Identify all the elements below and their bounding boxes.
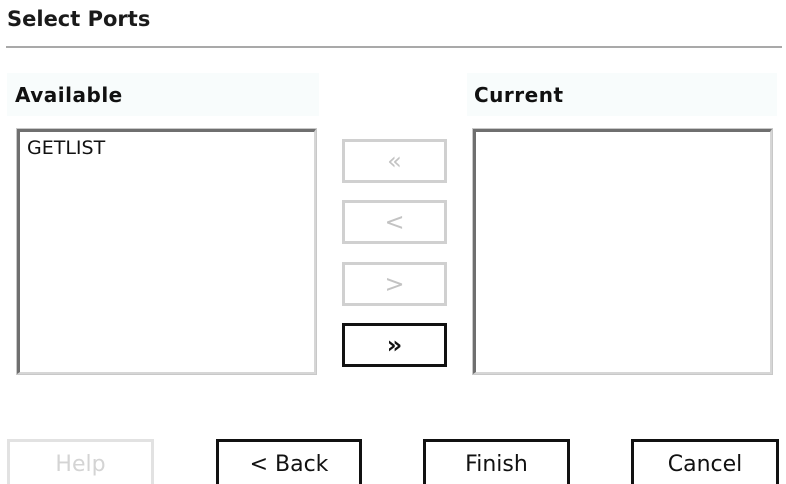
remove-all-button[interactable]: « [342, 139, 447, 183]
select-ports-dialog: Select Ports Available Current GETLIST «… [0, 0, 786, 484]
current-listbox[interactable] [472, 128, 773, 375]
available-header: Available [7, 73, 319, 116]
list-item-getlist[interactable]: GETLIST [20, 132, 314, 159]
page-title: Select Ports [7, 7, 151, 31]
help-button[interactable]: Help [7, 439, 154, 484]
add-button[interactable]: > [342, 262, 447, 306]
finish-button[interactable]: Finish [423, 439, 570, 484]
title-divider [6, 46, 782, 48]
available-listbox[interactable]: GETLIST [16, 128, 317, 375]
current-header: Current [467, 73, 777, 116]
back-button[interactable]: < Back [216, 439, 362, 484]
cancel-button[interactable]: Cancel [631, 439, 779, 484]
add-all-button[interactable]: » [342, 323, 447, 367]
remove-button[interactable]: < [342, 200, 447, 244]
